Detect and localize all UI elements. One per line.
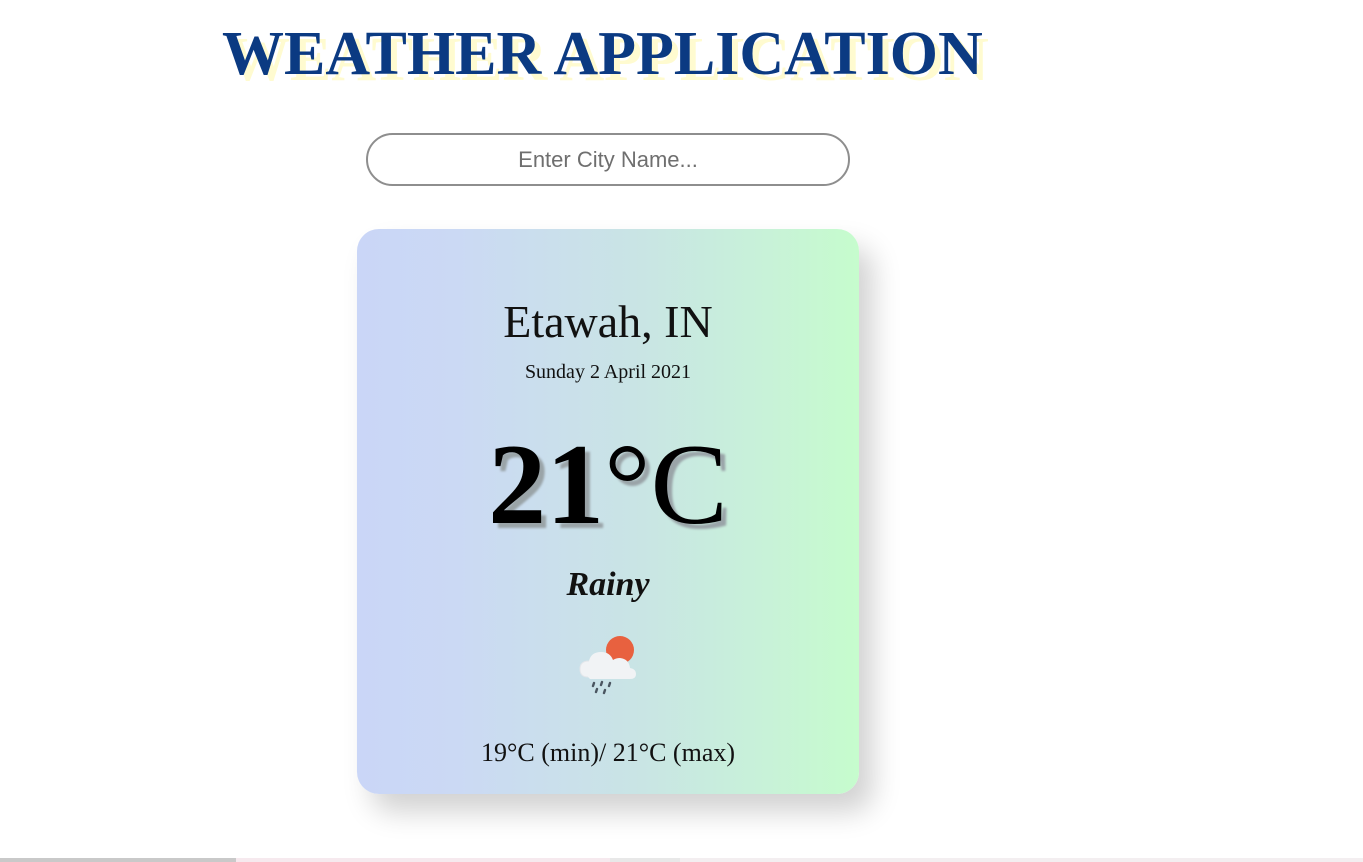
bottom-scrollbar[interactable] bbox=[0, 858, 1363, 862]
city-name: Etawah, IN bbox=[503, 296, 713, 347]
page: WEATHER APPLICATION Etawah, IN Sunday 2 … bbox=[0, 0, 1363, 862]
min-max-temperature: 19°C (min)/ 21°C (max) bbox=[480, 738, 736, 767]
temperature-value: 21 bbox=[488, 421, 605, 549]
rain-cloud-sun-icon bbox=[579, 636, 636, 695]
weather-card: Etawah, IN Sunday 2 April 2021 21°C Rain… bbox=[357, 229, 859, 794]
city-search-input[interactable] bbox=[366, 133, 850, 186]
temperature: 21°C bbox=[357, 425, 859, 545]
weather-condition: Rainy bbox=[566, 566, 650, 603]
weather-date: Sunday 2 April 2021 bbox=[524, 361, 692, 383]
app-title: WEATHER APPLICATION bbox=[222, 20, 983, 88]
temperature-unit: °C bbox=[604, 421, 728, 549]
